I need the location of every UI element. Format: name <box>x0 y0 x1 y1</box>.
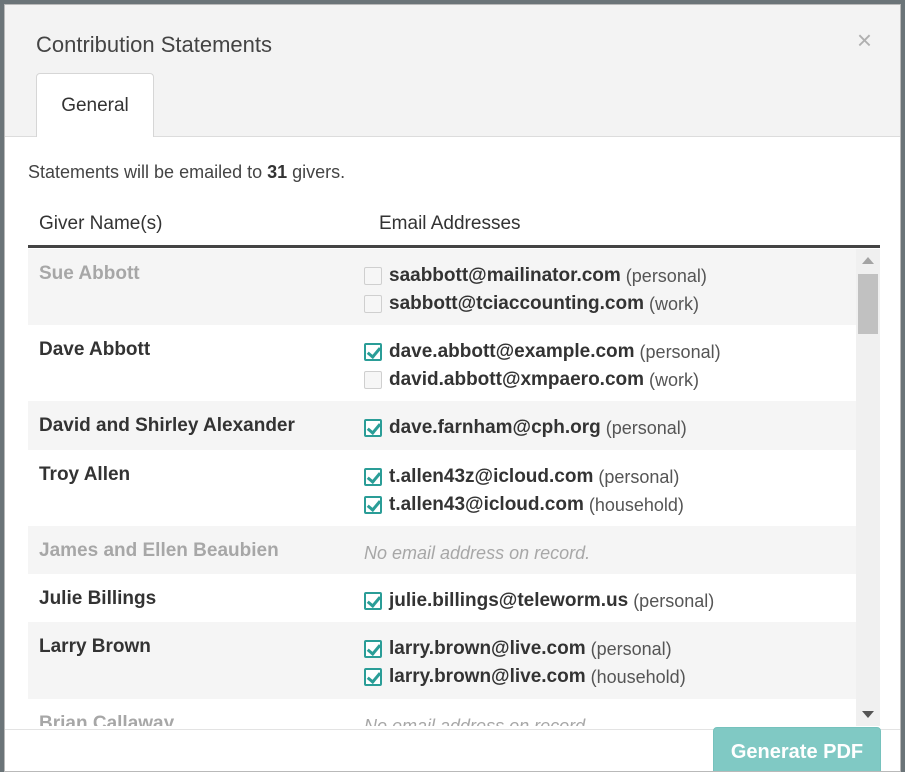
email-checkbox-checked[interactable] <box>364 592 382 610</box>
email-list: larry.brown@live.com (personal) larry.brow… <box>364 635 686 691</box>
email-type: (personal) <box>605 417 687 438</box>
scrollbar-thumb[interactable] <box>858 274 878 334</box>
table-row: Troy Allen t.allen43z@icloud.com (personal… <box>28 450 856 526</box>
table-row: David and Shirley Alexander dave.farnham@… <box>28 401 856 450</box>
email-list: julie.billings@teleworm.us (personal) <box>364 587 714 615</box>
email-type: (work) <box>649 293 699 314</box>
email-list: No email address on record. <box>364 539 590 567</box>
scrollbar[interactable] <box>856 249 880 726</box>
table-row: Julie Billings julie.billings@teleworm.us… <box>28 574 856 622</box>
email-item: dave.farnham@cph.org (personal) <box>364 414 687 442</box>
summary-text: Statements will be emailed to 31 givers. <box>28 162 345 183</box>
email-item: larry.brown@live.com (household) <box>364 663 686 691</box>
email-type: (personal) <box>598 466 680 487</box>
email-address: larry.brown@live.com <box>389 666 586 687</box>
giver-name: Sue Abbott <box>39 263 140 284</box>
email-address: t.allen43@icloud.com <box>389 494 584 515</box>
giver-name: James and Ellen Beaubien <box>39 540 279 561</box>
email-checkbox-checked[interactable] <box>364 419 382 437</box>
email-checkbox-checked[interactable] <box>364 668 382 686</box>
table-row: Sue Abbott saabbott@mailinator.com (person… <box>28 249 856 325</box>
no-email-text: No email address on record. <box>364 715 591 727</box>
table-row: Larry Brown larry.brown@live.com (personal… <box>28 622 856 699</box>
email-type: (work) <box>649 369 700 390</box>
email-address: david.abbott@xmpaero.com <box>389 369 645 390</box>
email-type: (personal) <box>633 590 715 611</box>
email-checkbox-unchecked[interactable] <box>364 267 382 285</box>
email-type: (personal) <box>625 265 707 286</box>
email-type: (personal) <box>590 638 672 659</box>
column-header-giver-names: Giver Name(s) <box>39 213 163 234</box>
email-list: saabbott@mailinator.com (personal) sabbott… <box>364 262 707 318</box>
scroll-up-icon[interactable] <box>862 257 874 264</box>
table-row: Brian Callaway No email address on record… <box>28 699 856 726</box>
email-type: (household) <box>588 494 684 515</box>
email-address: dave.farnham@cph.org <box>389 417 601 438</box>
email-address: dave.abbott@example.com <box>389 341 635 362</box>
close-icon[interactable]: × <box>857 27 872 53</box>
email-type: (personal) <box>639 341 721 362</box>
giver-name: Larry Brown <box>39 636 151 657</box>
email-checkbox-checked[interactable] <box>364 343 382 361</box>
email-address: sabbott@tciaccounting.com <box>389 293 644 314</box>
email-item: sabbott@tciaccounting.com (work) <box>364 290 707 318</box>
table-row: James and Ellen Beaubien No email address… <box>28 526 856 574</box>
email-checkbox-checked[interactable] <box>364 640 382 658</box>
email-item: dave.abbott@example.com (personal) <box>364 338 721 366</box>
column-header-email-addresses: Email Addresses <box>379 213 521 234</box>
tab-general[interactable]: General <box>36 73 154 137</box>
email-address: saabbott@mailinator.com <box>389 265 621 286</box>
email-item: saabbott@mailinator.com (personal) <box>364 262 707 290</box>
no-email-text: No email address on record. <box>364 542 591 563</box>
email-item: julie.billings@teleworm.us (personal) <box>364 587 714 615</box>
email-list: No email address on record. <box>364 712 591 727</box>
giver-count: 31 <box>267 162 288 182</box>
table-header: Giver Name(s) Email Addresses <box>28 201 880 248</box>
contribution-statements-modal: Contribution Statements × General Statem… <box>4 4 901 772</box>
giver-list: Sue Abbott saabbott@mailinator.com (person… <box>28 249 856 726</box>
email-type: (household) <box>590 666 686 687</box>
tab-general-label: General <box>61 94 129 116</box>
generate-pdf-button[interactable]: Generate PDF <box>713 727 881 771</box>
email-item: t.allen43@icloud.com (household) <box>364 491 684 519</box>
email-checkbox-unchecked[interactable] <box>364 295 382 313</box>
email-address: julie.billings@teleworm.us <box>389 590 629 611</box>
email-item: david.abbott@xmpaero.com (work) <box>364 366 721 394</box>
email-list: dave.farnham@cph.org (personal) <box>364 414 687 442</box>
email-list: t.allen43z@icloud.com (personal) t.allen43… <box>364 463 684 519</box>
email-item: t.allen43z@icloud.com (personal) <box>364 463 684 491</box>
giver-name: Brian Callaway <box>39 713 175 726</box>
giver-name: Julie Billings <box>39 588 157 609</box>
email-list: dave.abbott@example.com (personal) david.a… <box>364 338 721 394</box>
email-item: larry.brown@live.com (personal) <box>364 635 686 663</box>
email-checkbox-checked[interactable] <box>364 496 382 514</box>
email-address: t.allen43z@icloud.com <box>389 466 594 487</box>
giver-name: David and Shirley Alexander <box>39 415 295 436</box>
table-row: Dave Abbott dave.abbott@example.com (perso… <box>28 325 856 401</box>
summary-suffix: givers. <box>287 162 346 182</box>
modal-header: Contribution Statements × General <box>5 5 900 137</box>
email-checkbox-checked[interactable] <box>364 468 382 486</box>
giver-name: Troy Allen <box>39 464 131 485</box>
scroll-down-icon[interactable] <box>862 711 874 718</box>
summary-prefix: Statements will be emailed to <box>28 162 268 182</box>
email-address: larry.brown@live.com <box>389 638 586 659</box>
email-checkbox-unchecked[interactable] <box>364 371 382 389</box>
modal-title: Contribution Statements <box>36 32 273 57</box>
giver-name: Dave Abbott <box>39 339 151 360</box>
